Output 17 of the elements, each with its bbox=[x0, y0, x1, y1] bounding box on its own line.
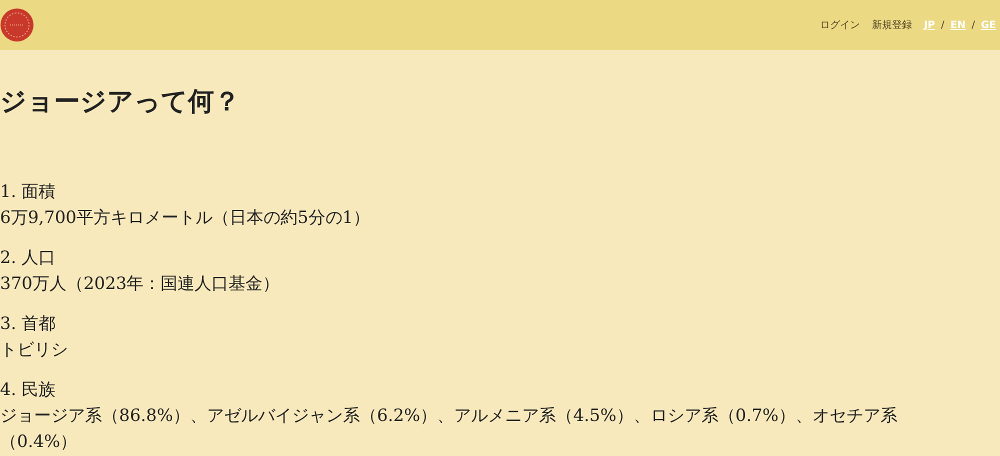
language-link[interactable]: JP bbox=[924, 20, 935, 30]
section-text: 370万人（2023年：国連人口基金） bbox=[0, 273, 281, 296]
separator: / bbox=[941, 20, 944, 30]
section-text: トビリシ bbox=[0, 339, 69, 362]
logo-icon[interactable] bbox=[0, 8, 34, 42]
section-heading: 2. 人口 bbox=[0, 247, 57, 270]
separator: / bbox=[972, 20, 975, 30]
nav-link[interactable]: ログイン bbox=[820, 18, 860, 32]
section-heading: 4. 民族 bbox=[0, 379, 57, 402]
section-text: 6万9,700平方キロメートル（日本の約5分の1） bbox=[0, 207, 372, 230]
page-title: ジョージアって何？ bbox=[0, 86, 241, 119]
language-link[interactable]: GE bbox=[980, 20, 996, 30]
nav-link[interactable]: 新規登録 bbox=[872, 18, 912, 32]
language-link[interactable]: EN bbox=[950, 20, 966, 30]
section-text: ジョージア系（86.8%）、アゼルバイジャン系（6.2%）、アルメニア系（4.5%）、ロシア系（0.7%）、オセチア系（0.4%） bbox=[0, 405, 899, 454]
section-heading: 1. 面積 bbox=[0, 181, 57, 204]
section-heading: 3. 首都 bbox=[0, 313, 57, 336]
